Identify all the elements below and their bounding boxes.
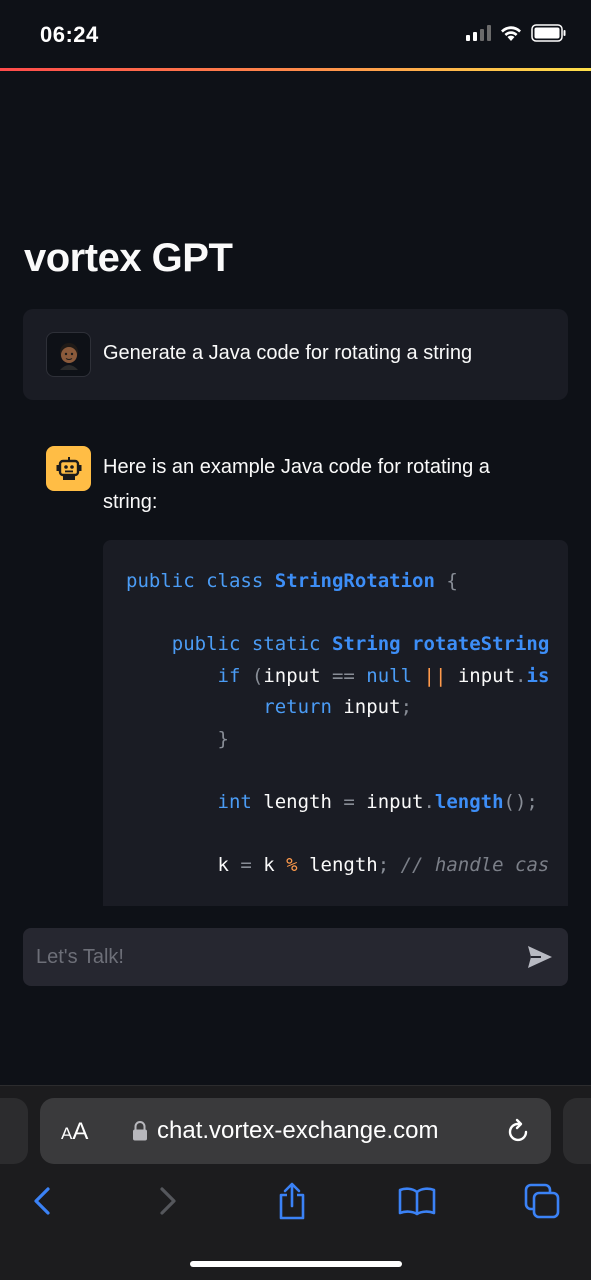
url-text: chat.vortex-exchange.com [157, 1117, 439, 1144]
send-icon[interactable] [526, 944, 554, 970]
code-content: public class StringRotation { public sta… [126, 566, 549, 881]
code-line: public class StringRotation { [126, 570, 458, 592]
user-message: Generate a Java code for rotating a stri… [23, 309, 568, 400]
user-avatar-icon [46, 332, 91, 377]
battery-icon [531, 24, 567, 42]
tabs-icon[interactable] [522, 1181, 562, 1221]
share-icon[interactable] [272, 1181, 312, 1221]
code-line: public static String rotateString [171, 633, 550, 655]
back-icon[interactable] [22, 1181, 62, 1221]
lock-icon [132, 1120, 148, 1147]
wifi-icon [499, 24, 523, 42]
robot-icon [46, 446, 91, 491]
previous-tab-preview[interactable] [0, 1098, 28, 1164]
status-bar: 06:24 [0, 0, 591, 68]
page-title: vortex GPT [24, 236, 233, 280]
assistant-message-text: Here is an example Java code for rotatin… [103, 456, 490, 513]
status-time: 06:24 [40, 22, 99, 47]
code-line: if (input == null || input.is [217, 664, 550, 687]
home-indicator [190, 1261, 402, 1267]
header-accent-line [0, 68, 591, 71]
code-line: } [217, 727, 229, 750]
chat-input-container [23, 928, 568, 986]
bookmarks-icon[interactable] [397, 1181, 437, 1221]
chat-input[interactable] [36, 928, 506, 986]
address-bar[interactable]: AA chat.vortex-exchange.com [40, 1098, 551, 1164]
forward-icon[interactable] [148, 1181, 188, 1221]
browser-toolbar: AA chat.vortex-exchange.com [0, 1085, 591, 1280]
code-block[interactable]: public class StringRotation { public sta… [103, 540, 568, 906]
code-line: return input; [263, 696, 413, 718]
app-screen: 06:24 vortex GPT Generate a Java code fo… [0, 0, 591, 1280]
signal-icon [466, 25, 491, 41]
status-icons [466, 24, 567, 42]
browser-nav-row [0, 1181, 591, 1221]
next-tab-preview[interactable] [563, 1098, 591, 1164]
reload-icon[interactable] [507, 1118, 531, 1149]
user-message-text: Generate a Java code for rotating a stri… [103, 342, 473, 364]
code-line: k = k % length; // handle cas [126, 853, 550, 876]
code-line: int length = input.length(); [217, 790, 538, 813]
text-size-button[interactable]: AA [61, 1118, 88, 1146]
